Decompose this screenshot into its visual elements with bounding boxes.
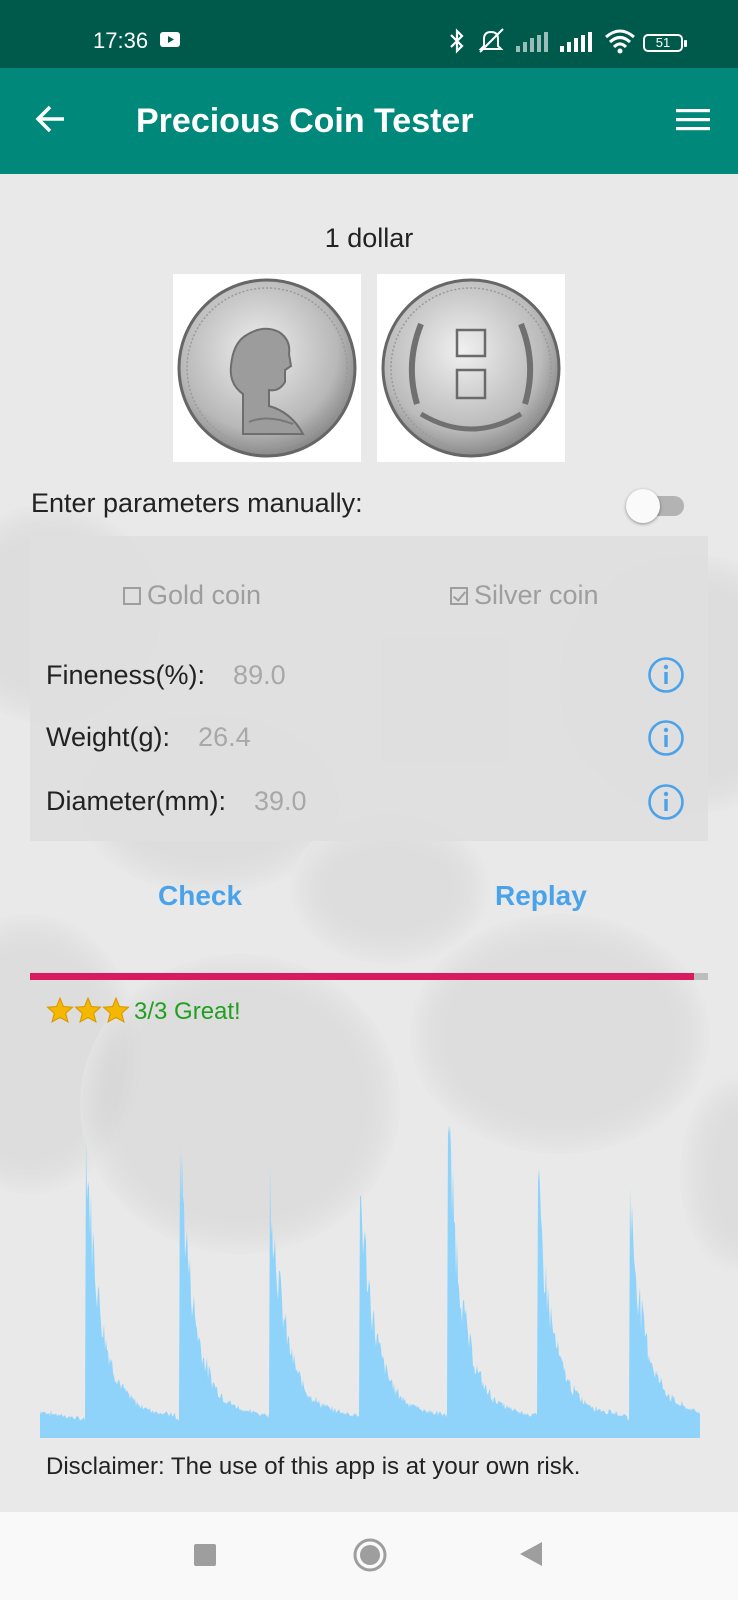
diameter-field[interactable]: 39.0 [254, 786, 307, 816]
manual-entry-label: Enter parameters manually: [31, 488, 363, 518]
disclaimer-text: Disclaimer: The use of this app is at yo… [46, 1453, 581, 1480]
weight-row: Weight(g): 26.4 [46, 722, 251, 753]
diameter-label: Diameter(mm): [46, 786, 226, 816]
progress-fill [30, 973, 695, 980]
sound-waveform [40, 1125, 700, 1438]
diameter-row: Diameter(mm): 39.0 [46, 786, 307, 817]
system-nav-bar [0, 1512, 738, 1600]
replay-button[interactable]: Replay [495, 880, 587, 912]
rating-stars [46, 996, 130, 1030]
diameter-info-icon[interactable] [647, 783, 685, 821]
youtube-icon [160, 32, 180, 52]
back-triangle-icon[interactable] [518, 1540, 544, 1573]
star-icon [102, 996, 130, 1024]
fineness-row: Fineness(%): 89.0 [46, 660, 286, 691]
fineness-field[interactable]: 89.0 [233, 660, 286, 690]
status-time: 17:36 [93, 28, 149, 53]
bluetooth-icon [448, 26, 466, 61]
weight-field[interactable]: 26.4 [198, 722, 251, 752]
wifi-icon [604, 28, 636, 59]
coin-reverse-image [377, 274, 565, 462]
silver-coin-label: Silver coin [474, 580, 599, 610]
home-circle-icon[interactable] [352, 1537, 388, 1578]
check-button[interactable]: Check [158, 880, 242, 912]
hamburger-menu-icon[interactable] [676, 107, 710, 138]
mute-icon [478, 26, 506, 61]
fineness-info-icon[interactable] [647, 656, 685, 694]
weight-info-icon[interactable] [647, 719, 685, 757]
recents-square-icon[interactable] [193, 1543, 217, 1572]
gold-coin-checkbox[interactable]: Gold coin [123, 580, 261, 611]
star-icon [46, 996, 74, 1024]
waveform-path [40, 1125, 700, 1438]
toggle-thumb [626, 489, 660, 523]
checkbox-unchecked-icon [123, 587, 141, 605]
coin-obverse-image [173, 274, 361, 462]
parameters-panel: Gold coin Silver coin Fineness(%): 89.0 W… [30, 536, 708, 841]
silver-coin-checkbox[interactable]: Silver coin [450, 580, 599, 611]
fineness-label: Fineness(%): [46, 660, 206, 690]
result-text: 3/3 Great! [134, 998, 241, 1025]
battery-level: 51 [655, 35, 671, 50]
checkbox-checked-icon [450, 587, 468, 605]
app-bar: Precious Coin Tester [0, 68, 738, 174]
weight-label: Weight(g): [46, 722, 171, 752]
result-rating: 3/3 Great! [46, 996, 241, 1030]
result-progress-bar [30, 973, 708, 980]
star-icon [74, 996, 102, 1024]
status-bar: 17:36 51 [0, 0, 738, 68]
gold-coin-label: Gold coin [147, 580, 262, 610]
signal-icon [560, 32, 594, 57]
battery-icon: 51 [643, 34, 687, 52]
app-title: Precious Coin Tester [136, 102, 474, 140]
arrow-left-icon[interactable] [34, 102, 68, 141]
manual-entry-toggle[interactable] [626, 489, 688, 523]
signal-icon [516, 32, 550, 57]
coin-name: 1 dollar [324, 223, 414, 253]
